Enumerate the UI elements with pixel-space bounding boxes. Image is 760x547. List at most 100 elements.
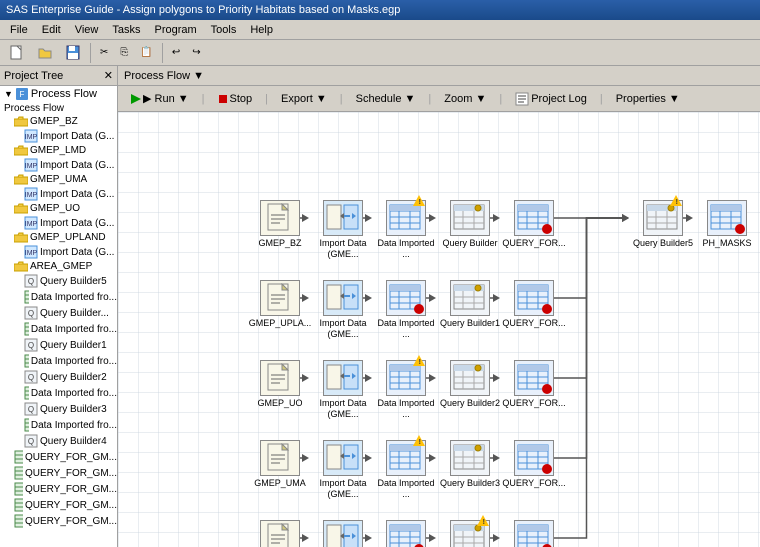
node-QUERY_FOR2[interactable]: QUERY_FOR... xyxy=(502,280,566,329)
toolbar-undo[interactable]: ↩ xyxy=(167,42,185,64)
node-label-PH_MASKS: PH_MASKS xyxy=(695,238,759,249)
tree-item-9[interactable]: GMEP_UPLAND xyxy=(0,231,117,244)
tree-item-13[interactable]: Data Imported fro... xyxy=(0,289,117,305)
menu-item-tasks[interactable]: Tasks xyxy=(106,23,146,37)
tree-item-0[interactable]: Process Flow xyxy=(0,102,117,115)
tree-item-17[interactable]: Data Imported fro... xyxy=(0,353,117,369)
node-GMEP_UO[interactable]: GMEP_UO xyxy=(248,360,312,409)
tree-item-6[interactable]: IMPImport Data (G... xyxy=(0,186,117,202)
tree-item-1[interactable]: GMEP_BZ xyxy=(0,115,117,128)
toolbar-new[interactable] xyxy=(4,42,30,64)
menu-item-program[interactable]: Program xyxy=(148,23,202,37)
run-button[interactable]: ▶ Run ▼ xyxy=(124,89,196,108)
node-DataImported1[interactable]: ! Data Imported ... xyxy=(374,200,438,260)
svg-text:Q: Q xyxy=(28,341,34,350)
query-svg xyxy=(453,283,487,313)
tree-item-24[interactable]: QUERY_FOR_GM... xyxy=(0,465,117,481)
tree-item-16[interactable]: QQuery Builder1 xyxy=(0,337,117,353)
menu-item-view[interactable]: View xyxy=(69,23,105,37)
tree-item-15[interactable]: Data Imported fro... xyxy=(0,321,117,337)
node-GMEP_UMA[interactable]: GMEP_UMA xyxy=(248,440,312,489)
tree-item-27[interactable]: QUERY_FOR_GM... xyxy=(0,513,117,529)
node-DataImported4[interactable]: ! Data Imported ... xyxy=(374,440,438,500)
tree-item-2[interactable]: IMPImport Data (G... xyxy=(0,128,117,144)
menu-item-edit[interactable]: Edit xyxy=(36,23,67,37)
node-QueryBuilder2[interactable]: Query Builder2 xyxy=(438,360,502,409)
toolbar-open[interactable] xyxy=(32,42,58,64)
node-label-QueryBuilder_1: Query Builder xyxy=(438,238,502,249)
data-icon xyxy=(14,466,23,480)
stop-badge xyxy=(542,464,552,474)
tree-label: Query Builder... xyxy=(40,308,109,319)
node-DataImported5[interactable]: Data Imported ... xyxy=(374,520,438,547)
tree-item-8[interactable]: IMPImport Data (G... xyxy=(0,215,117,231)
tree-item-18[interactable]: QQuery Builder2 xyxy=(0,369,117,385)
tree-close[interactable]: ✕ xyxy=(104,69,113,82)
menu-item-help[interactable]: Help xyxy=(244,23,279,37)
table-svg xyxy=(389,203,423,233)
node-GMEP_BZ[interactable]: GMEP_BZ xyxy=(248,200,312,249)
export-button[interactable]: Export ▼ xyxy=(274,90,334,108)
tree-item-26[interactable]: QUERY_FOR_GM... xyxy=(0,497,117,513)
toolbar-save[interactable] xyxy=(60,42,86,64)
tree-label: Import Data (G... xyxy=(40,189,114,200)
node-GMEP_UPLA[interactable]: GMEP_UPLA... xyxy=(248,280,312,329)
node-PH_MASKS[interactable]: PH_MASKS xyxy=(695,200,759,249)
tree-item-22[interactable]: QQuery Builder4 xyxy=(0,433,117,449)
toolbar-redo[interactable]: ↪ xyxy=(187,42,205,64)
tree-item-25[interactable]: QUERY_FOR_GM... xyxy=(0,481,117,497)
node-ImportData1[interactable]: Import Data (GME... xyxy=(311,200,375,260)
node-DataImported2[interactable]: Data Imported ... xyxy=(374,280,438,340)
properties-button[interactable]: Properties ▼ xyxy=(609,90,687,108)
node-QueryBuilder3[interactable]: Query Builder3 xyxy=(438,440,502,489)
node-QUERY_FOR4[interactable]: QUERY_FOR... xyxy=(502,440,566,489)
node-ImportData2[interactable]: Import Data (GME... xyxy=(311,280,375,340)
node-ImportData3[interactable]: Import Data (GME... xyxy=(311,360,375,420)
tree-item-23[interactable]: QUERY_FOR_GM... xyxy=(0,449,117,465)
node-label-GMEP_UO: GMEP_UO xyxy=(248,398,312,409)
tree-item-3[interactable]: GMEP_LMD xyxy=(0,144,117,157)
node-QUERY_FOR3[interactable]: QUERY_FOR... xyxy=(502,360,566,409)
tree-item-4[interactable]: IMPImport Data (G... xyxy=(0,157,117,173)
tree-item-process-flow[interactable]: ▼FProcess Flow xyxy=(0,86,117,102)
node-QUERY_FOR1[interactable]: QUERY_FOR... xyxy=(502,200,566,249)
node-GMEP_LMD[interactable]: GMEP_LMD xyxy=(248,520,312,547)
project-log-button[interactable]: Project Log xyxy=(508,89,594,109)
document-svg xyxy=(266,283,294,313)
flow-icon: F xyxy=(15,87,29,101)
node-label-GMEP_BZ: GMEP_BZ xyxy=(248,238,312,249)
node-DataImported3[interactable]: ! Data Imported ... xyxy=(374,360,438,420)
tree-item-14[interactable]: QQuery Builder... xyxy=(0,305,117,321)
node-QueryBuilder_1[interactable]: Query Builder xyxy=(438,200,502,249)
toolbar-paste[interactable]: 📋 xyxy=(135,42,157,64)
node-QueryBuilder5[interactable]: ! Query Builder5 xyxy=(631,200,695,249)
menu-item-tools[interactable]: Tools xyxy=(205,23,243,37)
tree-item-7[interactable]: GMEP_UO xyxy=(0,202,117,215)
schedule-button[interactable]: Schedule ▼ xyxy=(349,90,423,108)
node-QueryBuilder4[interactable]: ! Query Builder4 xyxy=(438,520,502,547)
tree-item-11[interactable]: AREA_GMEP xyxy=(0,260,117,273)
node-QUERY_FOR5[interactable]: QUERY_FOR... xyxy=(502,520,566,547)
node-ImportData5[interactable]: Import Data (GME... xyxy=(311,520,375,547)
stop-button[interactable]: Stop xyxy=(211,90,260,108)
folder-icon xyxy=(14,232,28,243)
toolbar-cut[interactable]: ✂ xyxy=(95,42,113,64)
tree-label: GMEP_UPLAND xyxy=(30,232,106,243)
pf-sep4: | xyxy=(428,93,431,105)
menu-item-file[interactable]: File xyxy=(4,23,34,37)
toolbar-sep2 xyxy=(162,43,163,63)
node-ImportData4[interactable]: Import Data (GME... xyxy=(311,440,375,500)
tree-label: Data Imported fro... xyxy=(31,324,117,335)
svg-text:IMP: IMP xyxy=(25,250,38,257)
tree-item-5[interactable]: GMEP_UMA xyxy=(0,173,117,186)
tree-item-12[interactable]: QQuery Builder5 xyxy=(0,273,117,289)
canvas[interactable]: GMEP_BZ Import Data (GME... ! Data Impor xyxy=(118,112,760,547)
tree-item-10[interactable]: IMPImport Data (G... xyxy=(0,244,117,260)
node-QueryBuilder1[interactable]: Query Builder1 xyxy=(438,280,502,329)
zoom-button[interactable]: Zoom ▼ xyxy=(437,90,493,108)
tree-item-21[interactable]: Data Imported fro... xyxy=(0,417,117,433)
toolbar-copy[interactable]: ⎘ xyxy=(115,42,133,64)
tree-item-20[interactable]: QQuery Builder3 xyxy=(0,401,117,417)
document-svg xyxy=(266,203,294,233)
tree-item-19[interactable]: Data Imported fro... xyxy=(0,385,117,401)
